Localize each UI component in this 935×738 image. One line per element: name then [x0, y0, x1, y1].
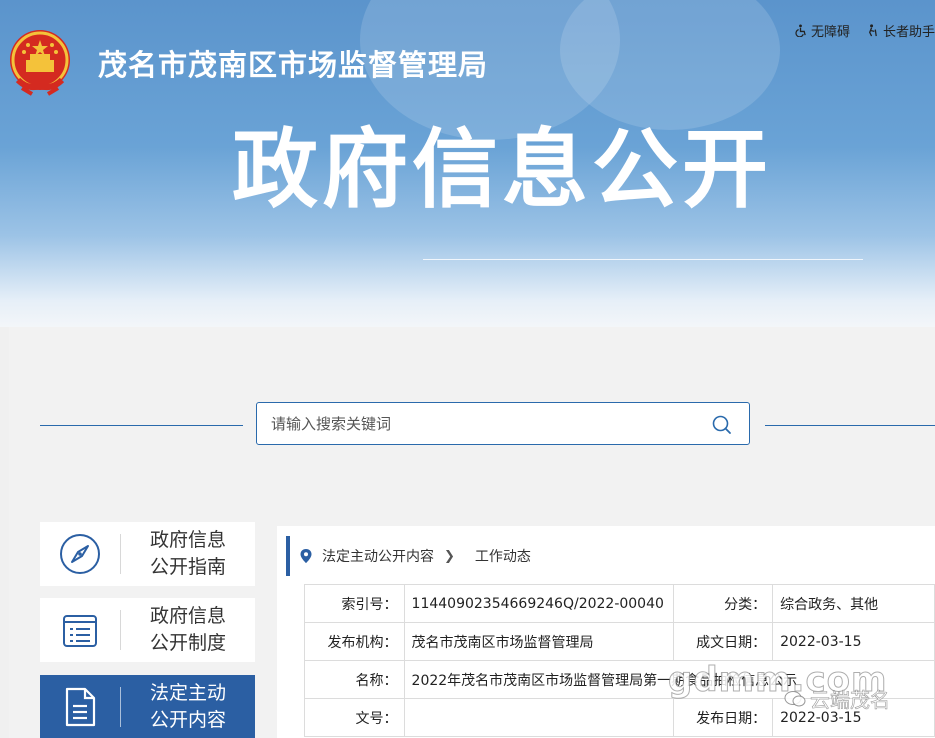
elder-assistant-label: 长者助手 — [882, 25, 935, 40]
utility-links: 无障碍 长者助手 — [794, 21, 935, 40]
site-title[interactable]: 茂名市茂南区市场监督管理局 — [98, 42, 488, 84]
document-list-icon — [63, 615, 97, 647]
created-date-key: 成文日期： — [672, 622, 774, 661]
breadcrumb-item[interactable]: 工作动态 — [475, 546, 531, 566]
sidebar-item-label: 法定主动 公开内容 — [149, 681, 226, 731]
created-date-value: 2022-03-15 — [772, 622, 935, 661]
doc-number-value — [403, 698, 674, 737]
index-number-value: 11440902354669246Q/2022-00040 — [403, 584, 674, 623]
file-icon — [65, 687, 96, 726]
location-pin-icon — [300, 549, 312, 563]
table-row: 发布机构： 茂名市茂南区市场监督管理局 成文日期： 2022-03-15 — [304, 622, 935, 661]
sidebar-item-label: 政府信息 公开制度 — [149, 605, 226, 654]
compass-icon — [60, 534, 100, 574]
name-key: 名称： — [304, 660, 405, 699]
accessibility-label: 无障碍 — [810, 25, 850, 40]
search-bar — [256, 402, 750, 445]
elder-assistant-link[interactable]: 长者助手 — [866, 21, 935, 40]
category-key: 分类： — [672, 584, 774, 623]
sidebar-item-guide[interactable]: 政府信息 公开指南 — [40, 522, 255, 586]
breadcrumb: 法定主动公开内容 ❯ 工作动态 — [286, 536, 930, 576]
search-divider-right — [765, 425, 935, 426]
chat-bubble-icon — [784, 690, 806, 706]
doc-number-key: 文号： — [304, 698, 405, 737]
search-divider-left — [40, 425, 243, 426]
accessibility-link[interactable]: 无障碍 — [794, 21, 850, 40]
hero-divider — [423, 259, 863, 260]
breadcrumb-item[interactable]: 法定主动公开内容 — [322, 546, 434, 566]
header-banner: 茂名市茂南区市场监督管理局 无障碍 长者助手 政府信息公开 — [0, 0, 935, 327]
publish-date-key: 发布日期： — [672, 698, 774, 737]
national-emblem-icon — [10, 30, 70, 96]
watermark-brand-label: 云端茂名 — [810, 688, 891, 713]
wheelchair-icon — [795, 24, 806, 37]
publisher-key: 发布机构： — [304, 622, 405, 661]
index-number-key: 索引号： — [304, 584, 405, 623]
table-row: 索引号： 11440902354669246Q/2022-00040 分类： 综… — [304, 584, 935, 623]
banner-decoration — [560, 0, 780, 130]
search-input[interactable] — [271, 414, 691, 434]
category-value: 综合政务、其他 — [772, 584, 935, 623]
watermark-brand: 云端茂名 — [784, 684, 890, 713]
publisher-value: 茂名市茂南区市场监督管理局 — [403, 622, 674, 661]
search-icon[interactable] — [711, 414, 733, 436]
sidebar-item-rules[interactable]: 政府信息 公开制度 — [40, 598, 255, 662]
sidebar-item-statutory-content[interactable]: 法定主动 公开内容 — [40, 675, 255, 738]
sidebar-item-label: 政府信息 公开指南 — [149, 529, 226, 578]
hero-title: 政府信息公开 — [232, 120, 772, 220]
chevron-right-icon: ❯ — [444, 548, 455, 564]
elder-icon — [868, 24, 877, 37]
